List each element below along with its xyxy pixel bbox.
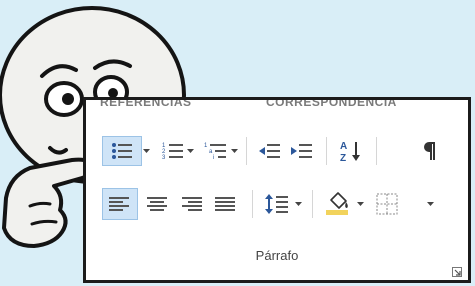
multilevel-list-button[interactable]: 1 a i [202,136,230,166]
show-marks-button[interactable] [416,136,446,166]
separator [252,190,253,218]
align-left-button[interactable] [102,188,138,220]
increase-indent-icon [289,142,313,160]
multilevel-list-icon: 1 a i [204,141,228,161]
align-left-icon [109,196,131,212]
svg-text:i: i [213,155,214,161]
svg-text:A: A [340,141,347,152]
numbering-button[interactable]: 1 2 3 [160,136,186,166]
justify-button[interactable] [210,188,240,220]
pilcrow-icon [423,141,439,161]
shading-dropdown-arrow[interactable] [356,199,365,209]
separator [312,190,313,218]
sort-button[interactable]: A Z [336,136,366,166]
dialog-launcher-button[interactable] [452,264,462,277]
group-label-paragraph: Párrafo [255,248,299,263]
numbering-icon: 1 2 3 [162,142,184,160]
borders-dropdown-arrow[interactable] [426,199,435,209]
dialog-launcher-icon [452,264,462,280]
align-right-button[interactable] [176,188,206,220]
tab-correspondencia[interactable]: CORRESPONDENCIA [266,100,397,109]
multilevel-dropdown-arrow[interactable] [230,146,239,156]
svg-text:1: 1 [204,143,208,149]
svg-text:Z: Z [340,153,346,163]
decrease-indent-icon [257,142,281,160]
tab-referencias[interactable]: REFERENCIAS [100,100,192,109]
separator [326,137,327,165]
decrease-indent-button[interactable] [254,136,284,166]
borders-icon [376,193,398,215]
align-right-icon [180,196,202,212]
line-spacing-button[interactable] [262,188,292,220]
bullets-icon [111,142,133,160]
align-center-button[interactable] [142,188,172,220]
bullets-dropdown-arrow[interactable] [142,146,151,156]
separator [246,137,247,165]
increase-indent-button[interactable] [286,136,316,166]
line-spacing-dropdown-arrow[interactable] [294,199,303,209]
numbering-dropdown-arrow[interactable] [186,146,195,156]
justify-icon [214,196,236,212]
sort-icon: A Z [340,139,362,163]
svg-text:3: 3 [162,155,166,160]
bullets-button[interactable] [102,136,142,166]
paragraph-ribbon-panel: REFERENCIAS CORRESPONDENCIA 1 2 3 1 a i … [83,97,471,283]
align-center-icon [146,196,168,212]
shading-button[interactable] [322,186,354,220]
shading-icon [325,190,351,216]
separator [376,137,377,165]
line-spacing-icon [265,193,289,215]
borders-button[interactable] [372,188,402,220]
